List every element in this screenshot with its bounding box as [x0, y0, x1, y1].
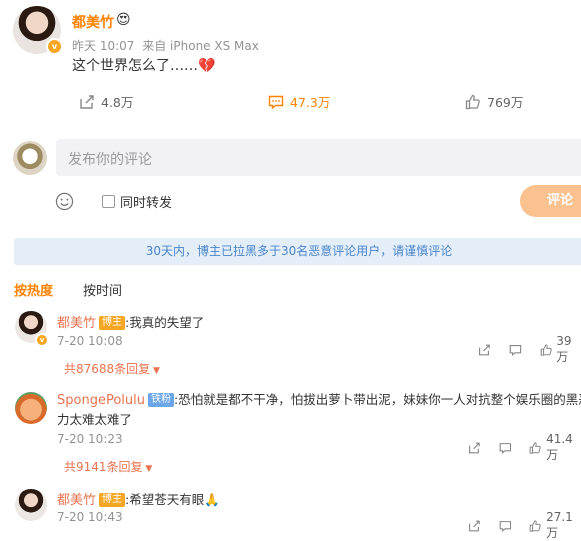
repost-icon[interactable] [468, 441, 481, 455]
comment-icon [268, 95, 284, 109]
view-replies-link[interactable]: 共87688条回复 ▼ [64, 360, 160, 377]
comment-body: 都美竹 博主:希望苍天有眼🙏 [57, 492, 220, 508]
repost-button[interactable]: 4.8万 [79, 92, 133, 111]
also-repost-checkbox[interactable] [102, 195, 115, 208]
view-replies-link[interactable]: 共9141条回复 ▼ [64, 458, 152, 475]
comment-time: 7-20 10:43 [57, 510, 123, 524]
comment-placeholder: 发布你的评论 [68, 152, 152, 168]
repost-icon[interactable] [468, 519, 481, 533]
also-repost-option[interactable]: 同时转发 [102, 192, 172, 211]
comment-body: SpongePolulu 铁粉:恐怕就是都不干净，怕拔出萝卜带出泥，妹妹你一人对抗… [57, 392, 581, 427]
like-button[interactable]: 769万 [465, 92, 523, 111]
comment-actions: 39万 [478, 334, 581, 365]
like-icon [465, 94, 480, 109]
fan-tag: 铁粉 [147, 393, 174, 407]
comment-avatar[interactable] [15, 489, 47, 521]
like-icon [540, 343, 552, 356]
verified-badge-icon: v [46, 38, 63, 55]
comment-icon[interactable] [499, 441, 512, 455]
comment-avatar[interactable] [15, 392, 47, 424]
comment-actions: 41.4万 [468, 432, 581, 463]
comment-body: 都美竹 博主:我真的失望了 [57, 315, 205, 331]
repost-icon [80, 94, 94, 109]
current-user-avatar [13, 141, 47, 175]
author-tag: 博主 [99, 493, 126, 507]
tab-time[interactable]: 按时间 [83, 280, 122, 299]
tab-hot[interactable]: 按热度 [14, 280, 53, 299]
emoji-icon[interactable] [55, 192, 74, 211]
vip-crown-icon: 😍 [116, 12, 131, 28]
comment-time: 7-20 10:08 [57, 334, 123, 348]
like-icon [530, 441, 542, 454]
like-button[interactable]: 41.4万 [529, 432, 581, 463]
comment-time: 7-20 10:23 [57, 432, 123, 446]
post-author-name[interactable]: 都美竹 [72, 12, 114, 32]
submit-comment-button[interactable]: 评论 [520, 185, 581, 217]
comment-icon[interactable] [499, 519, 512, 533]
like-icon [530, 519, 542, 532]
post-content: 这个世界怎么了……💔 [72, 58, 216, 74]
notice-banner: 30天内，博主已拉黑多于30名恶意评论用户，请谨慎评论 [14, 238, 581, 265]
like-button[interactable]: 39万 [540, 334, 581, 365]
post-time: 昨天 10:07 来自 iPhone XS Max [72, 39, 259, 53]
author-tag: 博主 [99, 316, 126, 330]
comment-icon[interactable] [509, 343, 522, 357]
verified-badge-icon: v [35, 333, 49, 347]
repost-icon[interactable] [478, 343, 491, 357]
comment-button[interactable]: 47.3万 [268, 92, 330, 111]
